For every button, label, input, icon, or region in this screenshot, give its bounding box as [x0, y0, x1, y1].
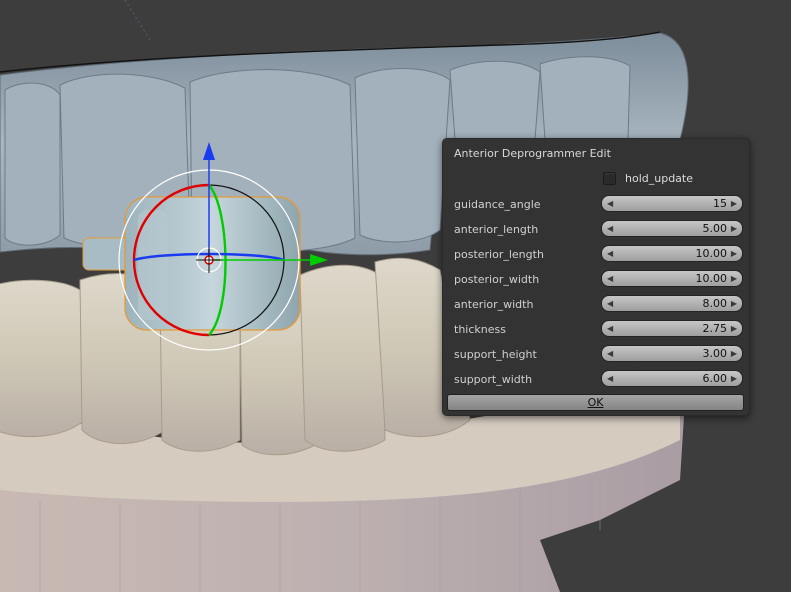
field-label: support_width: [454, 373, 533, 386]
increment-arrow-icon[interactable]: ▶: [731, 222, 737, 236]
field-label: anterior_width: [454, 298, 534, 311]
field-label: posterior_width: [454, 273, 540, 286]
decrement-arrow-icon[interactable]: ◀: [607, 272, 613, 286]
hold-update-label: hold_update: [625, 172, 693, 185]
field-row-posterior-width: posterior_width ◀ 10.00 ▶: [443, 269, 749, 289]
increment-arrow-icon[interactable]: ▶: [731, 272, 737, 286]
field-row-support-height: support_height ◀ 3.00 ▶: [443, 344, 749, 364]
increment-arrow-icon[interactable]: ▶: [731, 347, 737, 361]
field-label: anterior_length: [454, 223, 539, 236]
field-row-guidance-angle: guidance_angle ◀ 15 ▶: [443, 194, 749, 214]
decrement-arrow-icon[interactable]: ◀: [607, 247, 613, 261]
field-label: support_height: [454, 348, 537, 361]
field-row-thickness: thickness ◀ 2.75 ▶: [443, 319, 749, 339]
increment-arrow-icon[interactable]: ▶: [731, 322, 737, 336]
field-value: 2.75: [702, 322, 728, 335]
decrement-arrow-icon[interactable]: ◀: [607, 197, 613, 211]
field-value: 10.00: [695, 247, 728, 260]
field-value: 6.00: [702, 372, 728, 385]
anterior-length-number-field[interactable]: ◀ 5.00 ▶: [601, 220, 743, 237]
field-label: guidance_angle: [454, 198, 541, 211]
hold-update-checkbox[interactable]: [603, 172, 616, 185]
field-value: 5.00: [702, 222, 728, 235]
panel-title: Anterior Deprogrammer Edit: [454, 147, 611, 160]
hold-update-toggle[interactable]: hold_update: [603, 172, 693, 185]
posterior-length-number-field[interactable]: ◀ 10.00 ▶: [601, 245, 743, 262]
support-width-number-field[interactable]: ◀ 6.00 ▶: [601, 370, 743, 387]
support-height-number-field[interactable]: ◀ 3.00 ▶: [601, 345, 743, 362]
field-row-anterior-width: anterior_width ◀ 8.00 ▶: [443, 294, 749, 314]
field-value: 8.00: [702, 297, 728, 310]
field-value: 10.00: [695, 272, 728, 285]
field-row-support-width: support_width ◀ 6.00 ▶: [443, 369, 749, 389]
field-label: thickness: [454, 323, 506, 336]
increment-arrow-icon[interactable]: ▶: [731, 297, 737, 311]
anterior-width-number-field[interactable]: ◀ 8.00 ▶: [601, 295, 743, 312]
guidance-angle-number-field[interactable]: ◀ 15 ▶: [601, 195, 743, 212]
field-value: 15: [713, 197, 727, 210]
increment-arrow-icon[interactable]: ▶: [731, 197, 737, 211]
decrement-arrow-icon[interactable]: ◀: [607, 347, 613, 361]
decrement-arrow-icon[interactable]: ◀: [607, 372, 613, 386]
thickness-number-field[interactable]: ◀ 2.75 ▶: [601, 320, 743, 337]
field-row-anterior-length: anterior_length ◀ 5.00 ▶: [443, 219, 749, 239]
increment-arrow-icon[interactable]: ▶: [731, 372, 737, 386]
field-value: 3.00: [702, 347, 728, 360]
ok-button[interactable]: OK: [447, 394, 744, 411]
increment-arrow-icon[interactable]: ▶: [731, 247, 737, 261]
posterior-width-number-field[interactable]: ◀ 10.00 ▶: [601, 270, 743, 287]
field-row-posterior-length: posterior_length ◀ 10.00 ▶: [443, 244, 749, 264]
decrement-arrow-icon[interactable]: ◀: [607, 322, 613, 336]
field-label: posterior_length: [454, 248, 544, 261]
redo-operator-panel: Anterior Deprogrammer Edit hold_update g…: [442, 138, 750, 416]
decrement-arrow-icon[interactable]: ◀: [607, 297, 613, 311]
decrement-arrow-icon[interactable]: ◀: [607, 222, 613, 236]
